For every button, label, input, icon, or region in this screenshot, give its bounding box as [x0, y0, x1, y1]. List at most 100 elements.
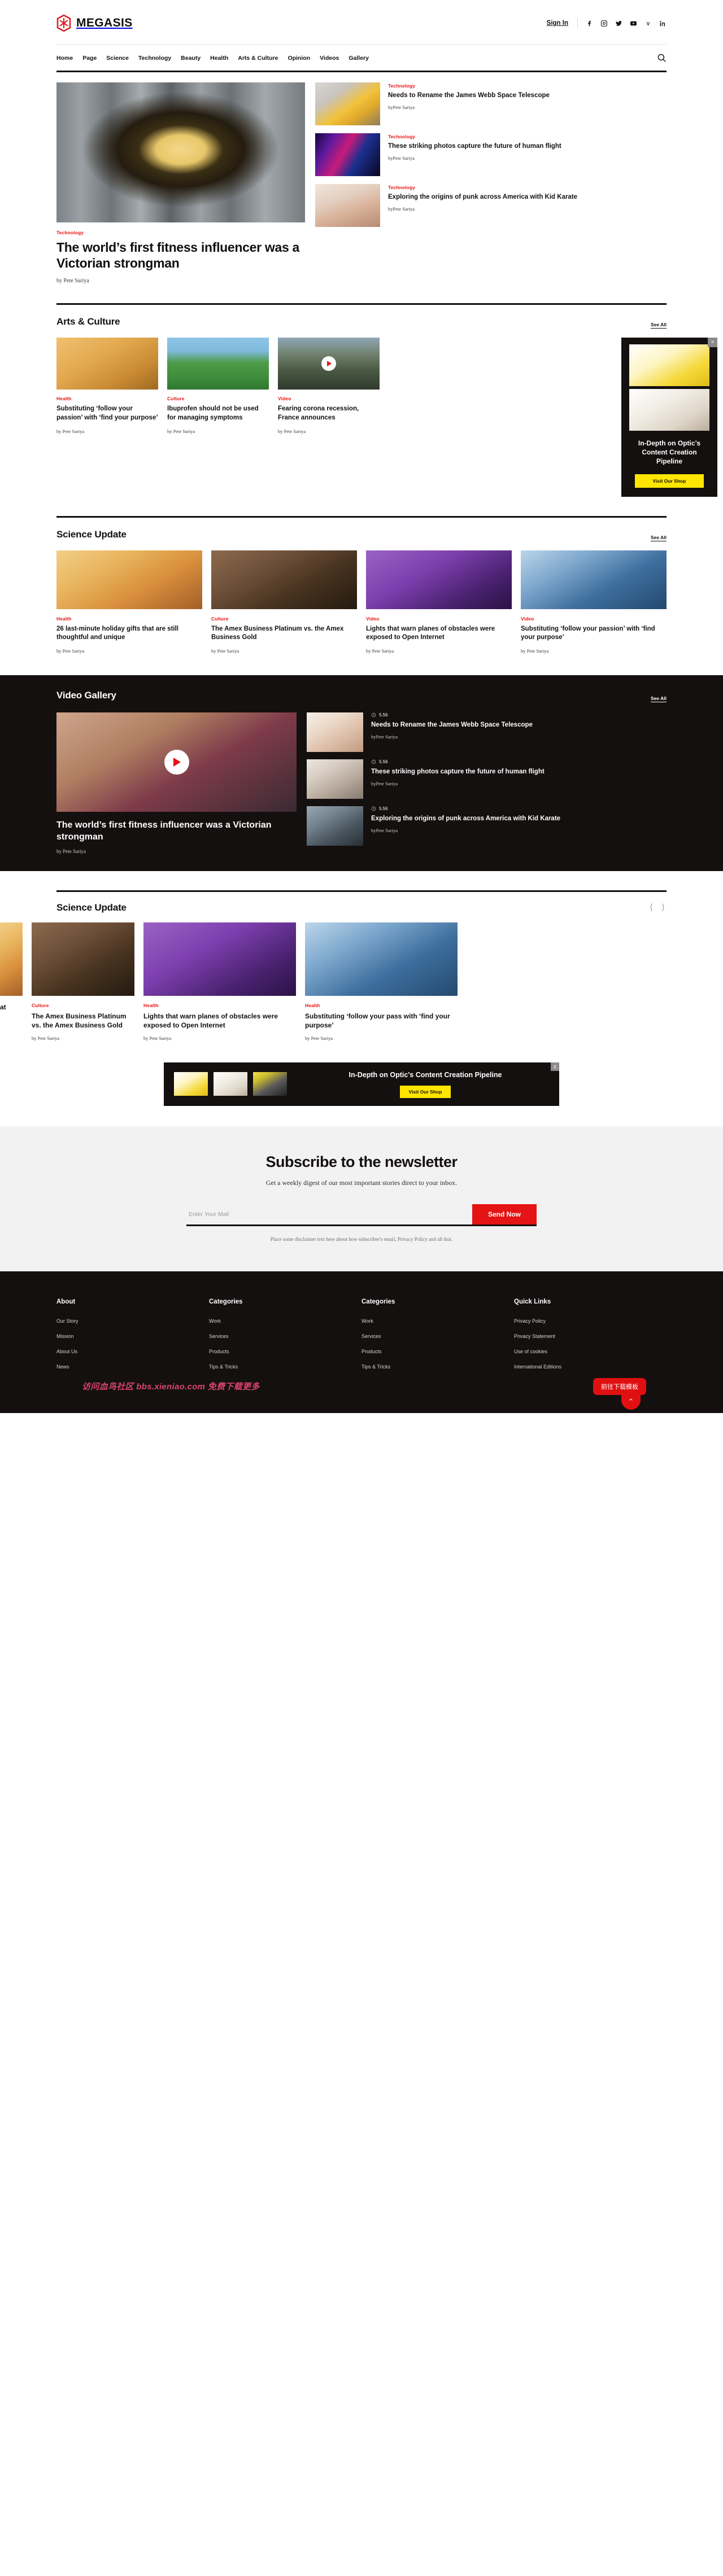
science-card[interactable]: Video Substituting ‘follow your passion’… [521, 550, 667, 654]
carousel-track[interactable]: at Culture The Amex Business Platinum vs… [0, 922, 723, 1041]
article-category[interactable]: Technology [388, 185, 667, 190]
arts-card[interactable]: Health Substituting ‘follow your passion… [56, 338, 158, 434]
article-title[interactable]: These striking photos capture the future… [388, 142, 667, 151]
article-category[interactable]: Health [143, 1003, 296, 1008]
arts-card[interactable]: Culture Ibuprofen should not be used for… [167, 338, 269, 434]
article-title[interactable]: Substituting ‘follow your pass with ‘fin… [305, 1012, 458, 1030]
footer-link[interactable]: Work [209, 1318, 362, 1324]
hero-featured-title[interactable]: The world’s first fitness influencer was… [56, 239, 305, 271]
facebook-icon[interactable] [586, 20, 593, 27]
twitter-icon[interactable] [615, 20, 622, 27]
science-card[interactable]: Video Lights that warn planes of obstacl… [366, 550, 512, 654]
hero-side-article[interactable]: Technology These striking photos capture… [315, 133, 667, 176]
hero-side-article[interactable]: Technology Exploring the origins of punk… [315, 184, 667, 227]
hero-side-article[interactable]: Technology Needs to Rename the James Web… [315, 82, 667, 125]
footer-link[interactable]: News [56, 1364, 209, 1370]
article-category[interactable]: Health [56, 396, 158, 401]
brand-logo[interactable]: MEGASIS [56, 14, 133, 32]
email-field[interactable] [186, 1204, 472, 1224]
banner-advertisement[interactable]: X In-Depth on Optic's Content Creation P… [164, 1062, 559, 1106]
video-gallery-see-all-link[interactable]: See All [651, 696, 667, 701]
article-title[interactable]: Lights that warn planes of obstacles wer… [366, 625, 512, 643]
footer-link[interactable]: Tips & Tricks [209, 1364, 362, 1370]
article-title[interactable]: 26 last-minute holiday gifts that are st… [56, 625, 202, 643]
hero-featured-article[interactable]: Technology The world’s first fitness inf… [56, 82, 305, 284]
footer-link[interactable]: Products [209, 1349, 362, 1354]
play-icon[interactable] [321, 356, 336, 371]
arts-see-all-link[interactable]: See All [651, 322, 667, 327]
article-title[interactable]: The Amex Business Platinum vs. the Amex … [211, 625, 357, 643]
video-title[interactable]: Needs to Rename the James Webb Space Tel… [371, 721, 667, 730]
nav-item-videos[interactable]: Videos [320, 55, 339, 62]
nav-item-opinion[interactable]: Opinion [288, 55, 310, 62]
article-title[interactable]: Substituting ‘follow your passion’ with … [56, 405, 158, 423]
article-category[interactable]: Health [305, 1003, 458, 1008]
science-card[interactable]: Health 26 last-minute holiday gifts that… [56, 550, 202, 654]
article-category[interactable]: Health [56, 616, 202, 622]
footer-link[interactable]: Services [362, 1333, 514, 1339]
article-title[interactable]: The Amex Business Platinum vs. the Amex … [32, 1012, 134, 1030]
send-now-button[interactable]: Send Now [472, 1204, 537, 1224]
vimeo-icon[interactable]: V [644, 20, 652, 27]
play-icon[interactable] [164, 750, 189, 775]
video-list-item[interactable]: 5.56 Exploring the origins of punk acros… [307, 806, 667, 846]
sign-in-link[interactable]: Sign In [547, 18, 578, 28]
video-title[interactable]: These striking photos capture the future… [371, 768, 667, 777]
visit-our-shop-button[interactable]: Visit Our Shop [635, 474, 704, 488]
nav-item-beauty[interactable]: Beauty [181, 55, 201, 62]
close-icon[interactable]: × [708, 338, 717, 348]
search-icon[interactable] [657, 53, 667, 63]
chevron-right-icon[interactable]: ⟩ [660, 903, 667, 912]
video-featured[interactable]: The world’s first fitness influencer was… [56, 712, 297, 854]
footer-link[interactable]: Products [362, 1349, 514, 1354]
video-featured-title[interactable]: The world’s first fitness influencer was… [56, 820, 297, 843]
chevron-left-icon[interactable]: ⟨ [648, 903, 655, 912]
nav-item-technology[interactable]: Technology [138, 55, 171, 62]
download-template-badge[interactable]: 前往下载模板 [593, 1377, 646, 1395]
linkedin-icon[interactable] [659, 20, 667, 27]
video-list-item[interactable]: 5.56 These striking photos capture the f… [307, 759, 667, 799]
footer-link[interactable]: Our Story [56, 1318, 209, 1324]
article-category[interactable]: Culture [211, 616, 357, 622]
footer-link[interactable]: Mission [56, 1333, 209, 1339]
footer-link[interactable]: Work [362, 1318, 514, 1324]
footer-link[interactable]: Services [209, 1333, 362, 1339]
carousel-card[interactable]: Culture The Amex Business Platinum vs. t… [32, 922, 134, 1041]
article-category[interactable]: Culture [32, 1003, 134, 1008]
sidebar-advertisement[interactable]: × In-Depth on Optic’s Content Creation P… [621, 338, 717, 497]
carousel-card-partial[interactable]: at [0, 922, 23, 1041]
hero-featured-category[interactable]: Technology [56, 230, 305, 235]
article-title[interactable]: Lights that warn planes of obstacles wer… [143, 1012, 296, 1030]
nav-item-page[interactable]: Page [82, 55, 97, 62]
youtube-icon[interactable] [630, 20, 637, 27]
science-see-all-link[interactable]: See All [651, 535, 667, 540]
nav-item-science[interactable]: Science [106, 55, 129, 62]
nav-item-gallery[interactable]: Gallery [349, 55, 369, 62]
carousel-card[interactable]: Health Substituting ‘follow your pass wi… [305, 922, 458, 1041]
nav-item-health[interactable]: Health [210, 55, 228, 62]
footer-link[interactable]: Privacy Policy [514, 1318, 667, 1324]
close-icon[interactable]: X [551, 1062, 559, 1071]
article-category[interactable]: Technology [388, 83, 667, 89]
carousel-card[interactable]: Health Lights that warn planes of obstac… [143, 922, 296, 1041]
footer-link[interactable]: About Us [56, 1349, 209, 1354]
article-category[interactable]: Culture [167, 396, 269, 401]
article-title[interactable]: Substituting ‘follow your passion’ with … [521, 625, 667, 643]
footer-link[interactable]: Privacy Statement [514, 1333, 667, 1339]
instagram-icon[interactable] [600, 20, 608, 27]
article-title[interactable]: Fearing corona recession, France announc… [278, 405, 380, 423]
article-category[interactable]: Video [278, 396, 380, 401]
footer-link[interactable]: International Editions [514, 1364, 667, 1370]
visit-our-shop-button[interactable]: Visit Our Shop [399, 1085, 451, 1098]
article-title[interactable]: Needs to Rename the James Webb Space Tel… [388, 91, 667, 100]
article-title[interactable]: Ibuprofen should not be used for managin… [167, 405, 269, 423]
article-title[interactable]: at [0, 1003, 23, 1012]
footer-link[interactable]: Use of cookies [514, 1349, 667, 1354]
article-category[interactable]: Technology [388, 134, 667, 139]
article-title[interactable]: Exploring the origins of punk across Ame… [388, 193, 667, 202]
video-title[interactable]: Exploring the origins of punk across Ame… [371, 815, 667, 824]
science-card[interactable]: Culture The Amex Business Platinum vs. t… [211, 550, 357, 654]
arts-card[interactable]: Video Fearing corona recession, France a… [278, 338, 380, 434]
article-category[interactable]: Video [521, 616, 667, 622]
video-list-item[interactable]: 5.56 Needs to Rename the James Webb Spac… [307, 712, 667, 753]
